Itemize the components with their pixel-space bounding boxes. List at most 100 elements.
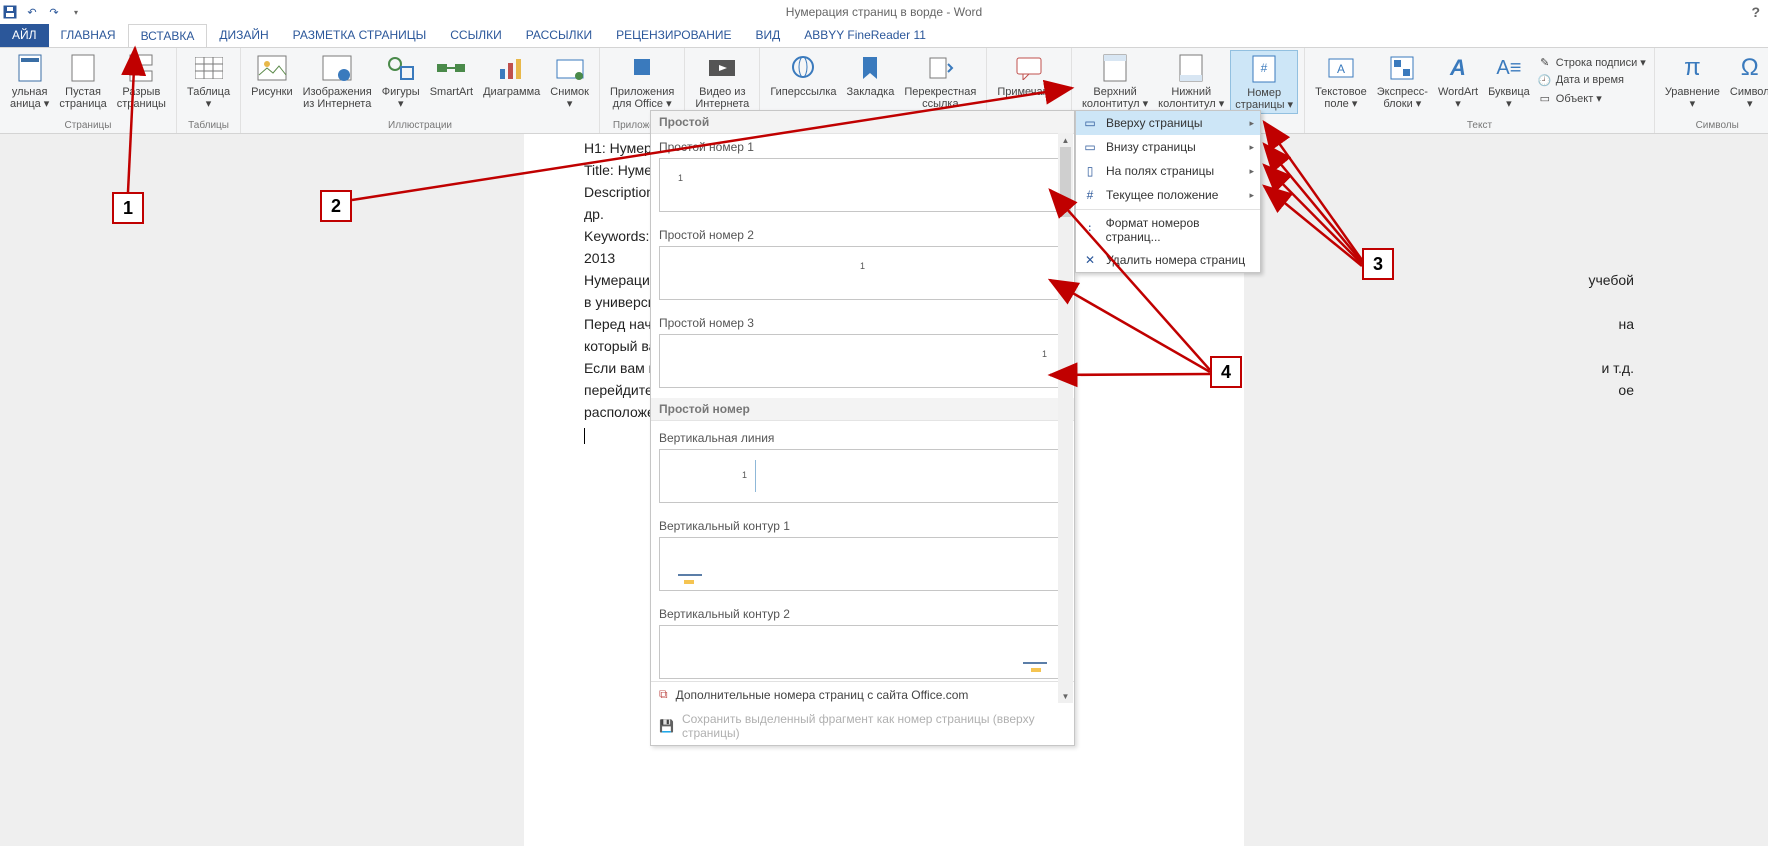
online-pictures-button[interactable]: Изображения из Интернета [299,50,376,112]
tab-home[interactable]: ГЛАВНАЯ [49,24,128,47]
qat-dropdown-icon[interactable]: ▾ [68,4,84,20]
table-button[interactable]: Таблица ▾ [183,50,234,112]
top-page-icon: ▭ [1082,115,1098,131]
gallery-item-label: Вертикальный контур 1 [659,513,1066,537]
menu-format-numbers[interactable]: ⋮Формат номеров страниц... [1076,212,1260,248]
header-button[interactable]: Верхний колонтитул ▾ [1078,50,1152,114]
textbox-button[interactable]: AТекстовое поле ▾ [1311,50,1371,112]
tab-review[interactable]: РЕЦЕНЗИРОВАНИЕ [604,24,743,47]
online-video-button[interactable]: Видео из Интернета [691,50,753,112]
tab-view[interactable]: ВИД [744,24,793,47]
callout-2: 2 [320,190,352,222]
remove-icon: ✕ [1082,252,1098,268]
help-icon[interactable]: ? [1751,4,1760,20]
crossref-button[interactable]: Перекрестная ссылка [900,50,980,112]
menu-remove-numbers[interactable]: ✕Удалить номера страниц [1076,248,1260,272]
gallery-scrollbar[interactable]: ▲ ▼ [1058,133,1073,703]
scroll-up-icon[interactable]: ▲ [1058,133,1073,147]
shapes-button[interactable]: Фигуры ▾ [378,50,424,112]
gallery-thumb-vcont1[interactable] [659,537,1066,591]
apps-icon [626,52,658,84]
pictures-icon [256,52,288,84]
equation-button[interactable]: πУравнение ▾ [1661,50,1724,112]
scroll-down-icon[interactable]: ▼ [1058,689,1073,703]
date-time-button[interactable]: 🕘Дата и время [1536,72,1648,88]
equation-icon: π [1676,52,1708,84]
comment-button[interactable]: Примечание [993,50,1065,100]
object-icon: ▭ [1538,91,1552,105]
comment-icon [1013,52,1045,84]
footer-button[interactable]: Нижний колонтитул ▾ [1154,50,1228,114]
tab-insert[interactable]: ВСТАВКА [128,24,208,47]
hyperlink-button[interactable]: Гиперссылка [766,50,840,112]
title-bar: ↶ ↷ ▾ Нумерация страниц в ворде - Word ? [0,0,1768,24]
page-number-gallery: Простой Простой номер 1 1 Простой номер … [650,110,1075,746]
screenshot-button[interactable]: Снимок ▾ [546,50,593,112]
menu-bottom-of-page[interactable]: ▭Внизу страницы▸ [1076,135,1260,159]
wordart-icon: A [1442,52,1474,84]
gallery-header-simple: Простой [651,111,1074,134]
gallery-item-label: Простой номер 2 [659,222,1066,246]
menu-top-of-page[interactable]: ▭Вверху страницы▸ [1076,111,1260,135]
chevron-right-icon: ▸ [1249,166,1254,177]
group-illustrations: Рисунки Изображения из Интернета Фигуры … [241,48,600,133]
callout-4: 4 [1210,356,1242,388]
scroll-thumb[interactable] [1060,147,1071,217]
current-pos-icon: # [1082,187,1098,203]
gallery-thumb-simple-2[interactable]: 1 [659,246,1066,300]
object-button[interactable]: ▭Объект ▾ [1536,90,1648,106]
cover-page-icon [14,52,46,84]
symbol-button[interactable]: ΩСимвол ▾ [1726,50,1768,112]
quick-access-toolbar: ↶ ↷ ▾ [0,4,84,20]
save-selection-icon: 💾 [659,719,674,733]
apps-button[interactable]: Приложения для Office ▾ [606,50,678,112]
pictures-button[interactable]: Рисунки [247,50,297,112]
video-icon [706,52,738,84]
gallery-save-selection: 💾Сохранить выделенный фрагмент как номер… [651,707,1074,745]
tab-file[interactable]: АЙЛ [0,24,49,47]
tab-references[interactable]: ССЫЛКИ [438,24,513,47]
callout-3: 3 [1362,248,1394,280]
menu-page-margins[interactable]: ▯На полях страницы▸ [1076,159,1260,183]
gallery-item-label: Вертикальный контур 2 [659,601,1066,625]
screenshot-icon [554,52,586,84]
cover-page-button[interactable]: ульная аница ▾ [6,50,53,112]
chart-icon [496,52,528,84]
format-icon: ⋮ [1082,222,1098,238]
table-icon [193,52,225,84]
online-pictures-icon [321,52,353,84]
blank-page-button[interactable]: Пустая страница [55,50,110,112]
page-number-icon: # [1248,53,1280,85]
group-label-symbols: Символы [1661,120,1768,133]
save-icon[interactable] [2,4,18,20]
tab-abbyy[interactable]: ABBYY FineReader 11 [792,24,938,47]
signature-line-button[interactable]: ✎Строка подписи ▾ [1536,54,1648,70]
chart-button[interactable]: Диаграмма [479,50,544,112]
gallery-thumb-vcont2[interactable] [659,625,1066,679]
smartart-button[interactable]: SmartArt [426,50,477,112]
undo-icon[interactable]: ↶ [24,4,40,20]
wordart-button[interactable]: AWordArt ▾ [1434,50,1482,112]
tab-mailings[interactable]: РАССЫЛКИ [514,24,604,47]
redo-icon[interactable]: ↷ [46,4,62,20]
page-number-button[interactable]: #Номер страницы ▾ [1230,50,1298,114]
gallery-office-more[interactable]: ⧉Дополнительные номера страниц с сайта O… [651,682,1074,707]
group-symbols: πУравнение ▾ ΩСимвол ▾ Символы [1655,48,1768,133]
gallery-body: Простой номер 1 1 Простой номер 2 1 Прос… [651,134,1074,681]
footer-icon [1175,52,1207,84]
gallery-thumb-simple-3[interactable]: 1 [659,334,1066,388]
page-break-button[interactable]: Разрыв страницы [113,50,170,112]
menu-current-position[interactable]: #Текущее положение▸ [1076,183,1260,207]
callout-1: 1 [112,192,144,224]
chevron-right-icon: ▸ [1249,190,1254,201]
tab-layout[interactable]: РАЗМЕТКА СТРАНИЦЫ [281,24,439,47]
tab-design[interactable]: ДИЗАЙН [207,24,280,47]
bookmark-button[interactable]: Закладка [842,50,898,112]
group-tables: Таблица ▾ Таблицы [177,48,241,133]
signature-icon: ✎ [1538,55,1552,69]
dropcap-button[interactable]: A≡Буквица ▾ [1484,50,1534,112]
quickparts-button[interactable]: Экспресс- блоки ▾ [1373,50,1432,112]
gallery-thumb-simple-1[interactable]: 1 [659,158,1066,212]
group-label-text: Текст [1311,120,1648,133]
gallery-thumb-vline[interactable]: 1 [659,449,1066,503]
